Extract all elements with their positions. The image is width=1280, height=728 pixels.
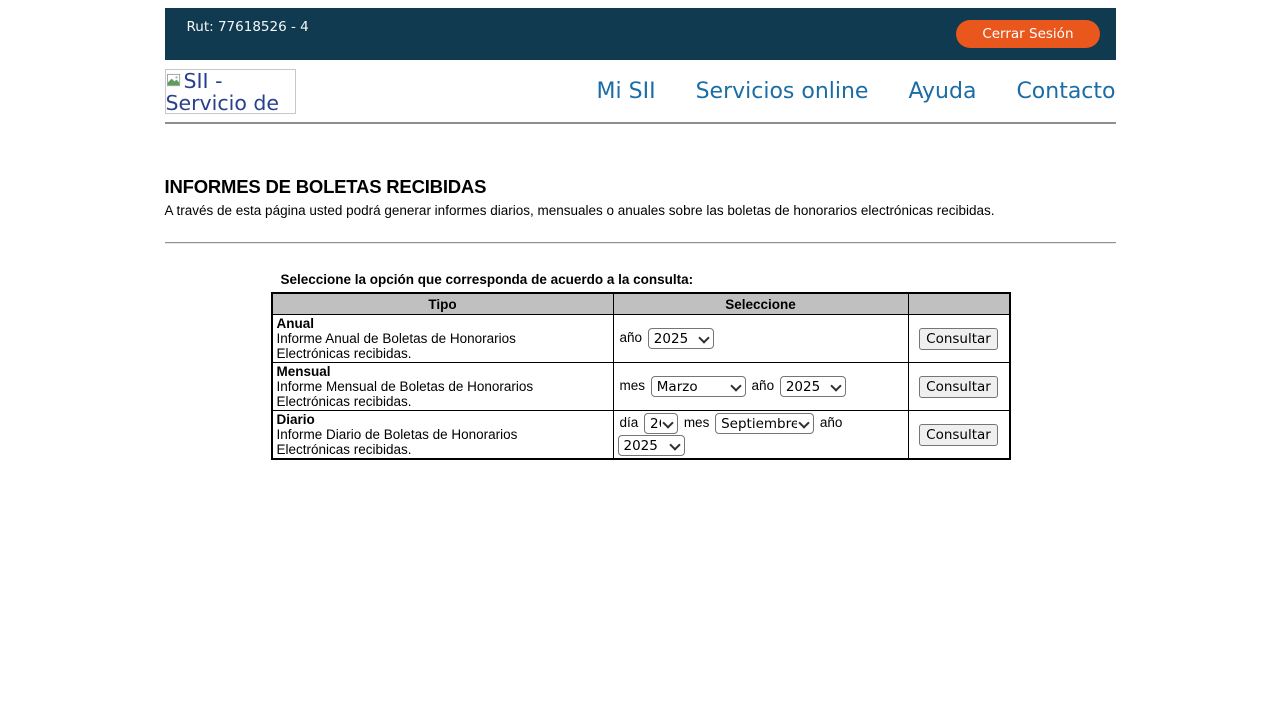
- page-title: INFORMES DE BOLETAS RECIBIDAS: [165, 176, 1116, 198]
- column-header-empty: [908, 293, 1010, 315]
- page-description: A través de esta página usted podrá gene…: [165, 203, 1116, 218]
- site-header: SII - Servicio de Mi SII Servicios onlin…: [165, 60, 1116, 124]
- anual-button-cell: Consultar: [908, 315, 1010, 363]
- mensual-type-cell: Mensual Informe Mensual de Boletas de Ho…: [272, 363, 614, 411]
- mensual-title: Mensual: [277, 364, 609, 379]
- nav-servicios-online[interactable]: Servicios online: [696, 79, 869, 104]
- diario-month-select[interactable]: Septiembre: [715, 413, 814, 434]
- table-header-row: Tipo Seleccione: [272, 293, 1010, 315]
- column-header-seleccione: Seleccione: [613, 293, 908, 315]
- mensual-month-select[interactable]: Marzo: [651, 376, 746, 397]
- column-header-tipo: Tipo: [272, 293, 614, 315]
- rut-label: Rut: 77618526 - 4: [187, 19, 309, 35]
- diario-year-select[interactable]: 2025: [618, 435, 685, 456]
- logo-alt-text: SII - Servicio de: [166, 69, 280, 114]
- consultar-diario-button[interactable]: Consultar: [919, 424, 998, 446]
- consultar-mensual-button[interactable]: Consultar: [919, 376, 998, 398]
- anual-type-cell: Anual Informe Anual de Boletas de Honora…: [272, 315, 614, 363]
- divider: [165, 242, 1116, 244]
- anual-description: Informe Anual de Boletas de Honorarios E…: [277, 331, 577, 361]
- anual-year-label: año: [620, 330, 643, 345]
- anual-title: Anual: [277, 316, 609, 331]
- form-caption: Seleccione la opción que corresponda de …: [281, 272, 1116, 287]
- mensual-select-cell: mes Marzo año 2025: [613, 363, 908, 411]
- diario-select-cell: día 26 mes Septiembre año 2025: [613, 411, 908, 460]
- broken-image-icon: [167, 70, 182, 92]
- diario-day-select[interactable]: 26: [644, 413, 678, 434]
- diario-type-cell: Diario Informe Diario de Boletas de Hono…: [272, 411, 614, 460]
- diario-title: Diario: [277, 412, 609, 427]
- diario-fields-line1: día 26 mes Septiembre año: [618, 413, 904, 434]
- nav-mi-sii[interactable]: Mi SII: [597, 79, 656, 104]
- diario-description: Informe Diario de Boletas de Honorarios …: [277, 427, 577, 457]
- main-content: INFORMES DE BOLETAS RECIBIDAS A través d…: [165, 124, 1116, 460]
- mensual-year-label: año: [752, 378, 775, 393]
- anual-select-cell: año 2025: [613, 315, 908, 363]
- nav-contacto[interactable]: Contacto: [1016, 79, 1115, 104]
- logout-button[interactable]: Cerrar Sesión: [956, 20, 1099, 48]
- mensual-description: Informe Mensual de Boletas de Honorarios…: [277, 379, 577, 409]
- table-row-anual: Anual Informe Anual de Boletas de Honora…: [272, 315, 1010, 363]
- diario-fields-line2: 2025: [618, 435, 904, 456]
- consultar-anual-button[interactable]: Consultar: [919, 328, 998, 350]
- mensual-button-cell: Consultar: [908, 363, 1010, 411]
- report-form: Seleccione la opción que corresponda de …: [271, 272, 1116, 460]
- sii-logo-broken-image[interactable]: SII - Servicio de: [165, 69, 296, 114]
- table-row-mensual: Mensual Informe Mensual de Boletas de Ho…: [272, 363, 1010, 411]
- mensual-year-select[interactable]: 2025: [780, 376, 846, 397]
- report-options-table: Tipo Seleccione Anual Informe Anual de B…: [271, 292, 1011, 460]
- top-bar: Rut: 77618526 - 4 Cerrar Sesión: [165, 8, 1116, 60]
- main-nav: Mi SII Servicios online Ayuda Contacto: [597, 79, 1116, 104]
- table-row-diario: Diario Informe Diario de Boletas de Hono…: [272, 411, 1010, 460]
- diario-day-label: día: [620, 415, 639, 430]
- diario-button-cell: Consultar: [908, 411, 1010, 460]
- mensual-month-label: mes: [620, 378, 646, 393]
- diario-year-label: año: [820, 415, 843, 430]
- diario-month-label: mes: [684, 415, 710, 430]
- nav-ayuda[interactable]: Ayuda: [908, 79, 976, 104]
- page-container: Rut: 77618526 - 4 Cerrar Sesión SII - Se…: [165, 8, 1116, 460]
- anual-year-select[interactable]: 2025: [648, 328, 714, 349]
